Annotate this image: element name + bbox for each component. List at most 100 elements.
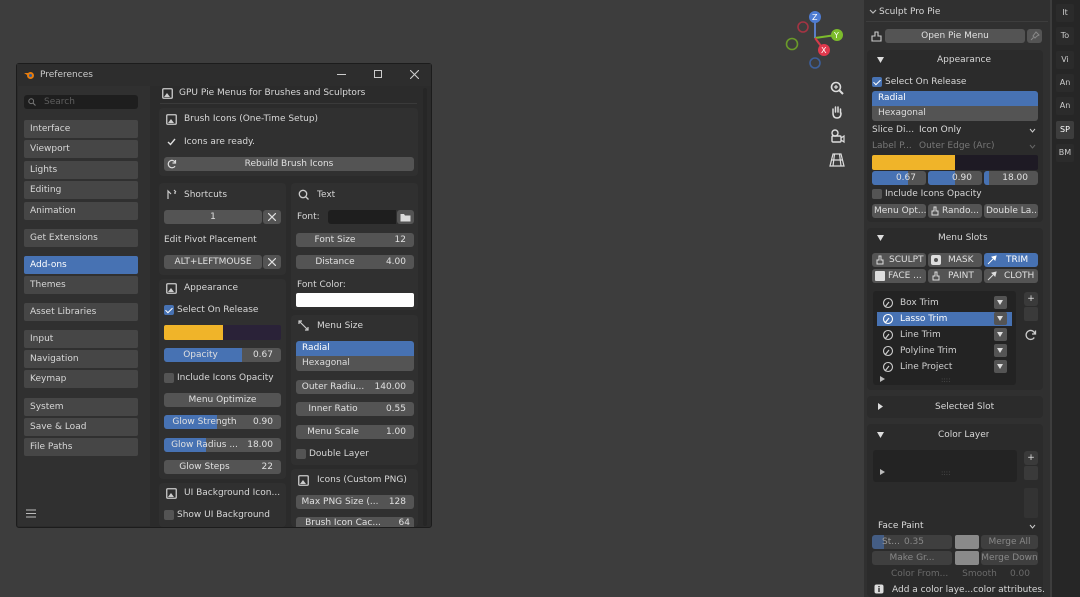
make-group-button[interactable]: Make Gr... xyxy=(872,551,952,565)
grid-perspective-icon[interactable] xyxy=(829,152,845,168)
tab-item[interactable]: It xyxy=(1056,4,1074,22)
show-ui-background-checkbox[interactable] xyxy=(164,510,174,520)
move-layer-buttons[interactable] xyxy=(1024,488,1038,518)
add-color-layer-button[interactable]: + xyxy=(1024,451,1038,465)
sidebar-pie-color-swatch[interactable] xyxy=(872,155,1038,170)
collapsed-triangle-icon[interactable] xyxy=(878,403,883,410)
sidebar-select-on-release-checkbox[interactable] xyxy=(872,77,882,87)
outer-radius-field[interactable]: Outer Radiu... 140.00 xyxy=(296,380,414,394)
sidebar-double-layer-button[interactable]: Double La... xyxy=(984,204,1038,218)
strength-field[interactable]: St... 0.35 xyxy=(872,535,952,549)
font-path-field[interactable] xyxy=(328,210,396,224)
navigation-gizmo[interactable]: Z Y X xyxy=(782,8,848,74)
refresh-icon[interactable] xyxy=(1024,328,1038,342)
double-layer-checkbox[interactable] xyxy=(296,449,306,459)
color-list-resize-grip[interactable]: :::: xyxy=(941,466,950,480)
include-icons-opacity-checkbox[interactable] xyxy=(164,373,174,383)
mode-sculpt-button[interactable]: SCULPT xyxy=(872,253,926,267)
sidebar-include-icons-opacity-checkbox[interactable] xyxy=(872,189,882,199)
glow-strength-slider[interactable]: Glow Strength 0.90 xyxy=(164,415,281,429)
nav-system[interactable]: System xyxy=(24,398,138,416)
mode-trim-button[interactable]: TRIM xyxy=(984,253,1038,267)
remove-color-layer-button[interactable] xyxy=(1024,466,1038,480)
nav-input[interactable]: Input xyxy=(24,330,138,348)
font-size-field[interactable]: Font Size 12 xyxy=(296,233,414,247)
mode-cloth-button[interactable]: CLOTH xyxy=(984,269,1038,283)
expanded-triangle-icon[interactable] xyxy=(877,57,884,63)
nav-get-extensions[interactable]: Get Extensions xyxy=(24,229,138,247)
mode-mask-button[interactable]: MASK xyxy=(928,253,982,267)
strength-color-swatch[interactable] xyxy=(955,535,979,549)
hand-pan-icon[interactable] xyxy=(829,104,845,120)
tab-tool[interactable]: To xyxy=(1056,27,1074,45)
shape-hexagonal-option[interactable]: Hexagonal xyxy=(296,356,414,371)
sidebar-opacity-slider[interactable]: 0.67 xyxy=(872,171,926,185)
pivot-key-field[interactable]: ALT+LEFTMOUSE xyxy=(164,255,262,269)
slice-display-dropdown[interactable]: Icon Only xyxy=(915,123,1039,137)
list-resize-grip[interactable]: :::: xyxy=(941,373,950,387)
sidebar-glow-radius-slider[interactable]: 18.00 xyxy=(984,171,1038,185)
mode-face-button[interactable]: FACE ... xyxy=(872,269,926,283)
expanded-triangle-icon[interactable] xyxy=(877,235,884,241)
zoom-icon[interactable] xyxy=(829,80,845,96)
nav-keymap[interactable]: Keymap xyxy=(24,370,138,388)
tab-an-1[interactable]: An xyxy=(1056,74,1074,92)
list-item[interactable]: Line Trim xyxy=(877,328,993,342)
shape-radial-option[interactable]: Radial xyxy=(296,341,414,356)
sidebar-shape-radial[interactable]: Radial xyxy=(872,91,1038,106)
preferences-scrollbar[interactable] xyxy=(423,88,427,526)
merge-down-button[interactable]: Merge Down xyxy=(981,551,1038,565)
search-input[interactable]: Search xyxy=(24,95,138,109)
menu-scale-field[interactable]: Menu Scale 1.00 xyxy=(296,425,414,439)
chevron-down-icon[interactable] xyxy=(869,9,877,15)
opacity-slider[interactable]: Opacity 0.67 xyxy=(164,348,281,362)
add-slot-button[interactable]: + xyxy=(1024,292,1038,306)
slot-dropdown[interactable] xyxy=(994,296,1007,309)
face-paint-dropdown[interactable]: Face Paint xyxy=(872,519,1039,533)
nav-viewport[interactable]: Viewport xyxy=(24,140,138,158)
inner-ratio-field[interactable]: Inner Ratio 0.55 xyxy=(296,402,414,416)
nav-asset-libraries[interactable]: Asset Libraries xyxy=(24,303,138,321)
slot-dropdown[interactable] xyxy=(994,344,1007,357)
slot-dropdown[interactable] xyxy=(994,328,1007,341)
list-item-selected[interactable]: Lasso Trim xyxy=(877,312,1012,326)
remove-slot-button[interactable] xyxy=(1024,307,1038,321)
label-position-dropdown[interactable]: Outer Edge (Arc) xyxy=(915,139,1039,153)
sidebar-glow-strength-slider[interactable]: 0.90 xyxy=(928,171,982,185)
rebuild-brush-icons-button[interactable]: Rebuild Brush Icons xyxy=(164,157,414,171)
nav-interface[interactable]: Interface xyxy=(24,120,138,138)
nav-navigation[interactable]: Navigation xyxy=(24,350,138,368)
list-expand-triangle-icon[interactable] xyxy=(880,376,885,382)
nav-file-paths[interactable]: File Paths xyxy=(24,438,138,456)
list-expand-triangle-icon[interactable] xyxy=(880,469,885,475)
minimize-button[interactable] xyxy=(337,74,346,75)
nav-themes[interactable]: Themes xyxy=(24,276,138,294)
font-color-swatch[interactable] xyxy=(296,293,414,307)
nav-lights[interactable]: Lights xyxy=(24,161,138,179)
sidebar-random-button[interactable]: Rando... xyxy=(928,204,982,218)
menu-optimize-button[interactable]: Menu Optimize xyxy=(164,393,281,407)
slot-dropdown[interactable] xyxy=(994,360,1007,373)
smooth-field[interactable]: Smooth 0.00 xyxy=(955,567,1038,581)
maximize-button[interactable] xyxy=(374,70,382,78)
pivot-key-clear-button[interactable] xyxy=(263,255,281,269)
color-from-label[interactable]: Color From... xyxy=(891,567,948,581)
list-item[interactable]: Line Project xyxy=(877,360,993,374)
pie-color-swatch[interactable] xyxy=(164,325,281,340)
max-png-size-field[interactable]: Max PNG Size (... 128 xyxy=(296,495,414,509)
slot-dropdown[interactable] xyxy=(994,312,1007,325)
close-icon[interactable] xyxy=(410,70,419,79)
tab-sp[interactable]: SP xyxy=(1056,121,1074,139)
glow-steps-field[interactable]: Glow Steps 22 xyxy=(164,460,281,474)
tab-bm[interactable]: BM xyxy=(1056,144,1074,162)
tab-view[interactable]: Vi xyxy=(1056,51,1074,69)
camera-icon[interactable] xyxy=(829,128,845,144)
shortcut-value-field[interactable]: 1 xyxy=(164,210,262,224)
nav-save-load[interactable]: Save & Load xyxy=(24,418,138,436)
nav-add-ons[interactable]: Add-ons xyxy=(24,256,138,274)
mode-paint-button[interactable]: PAINT xyxy=(928,269,982,283)
expanded-triangle-icon[interactable] xyxy=(877,432,884,438)
merge-all-button[interactable]: Merge All xyxy=(981,535,1038,549)
tab-an-2[interactable]: An xyxy=(1056,97,1074,115)
group-color-swatch[interactable] xyxy=(955,551,979,565)
